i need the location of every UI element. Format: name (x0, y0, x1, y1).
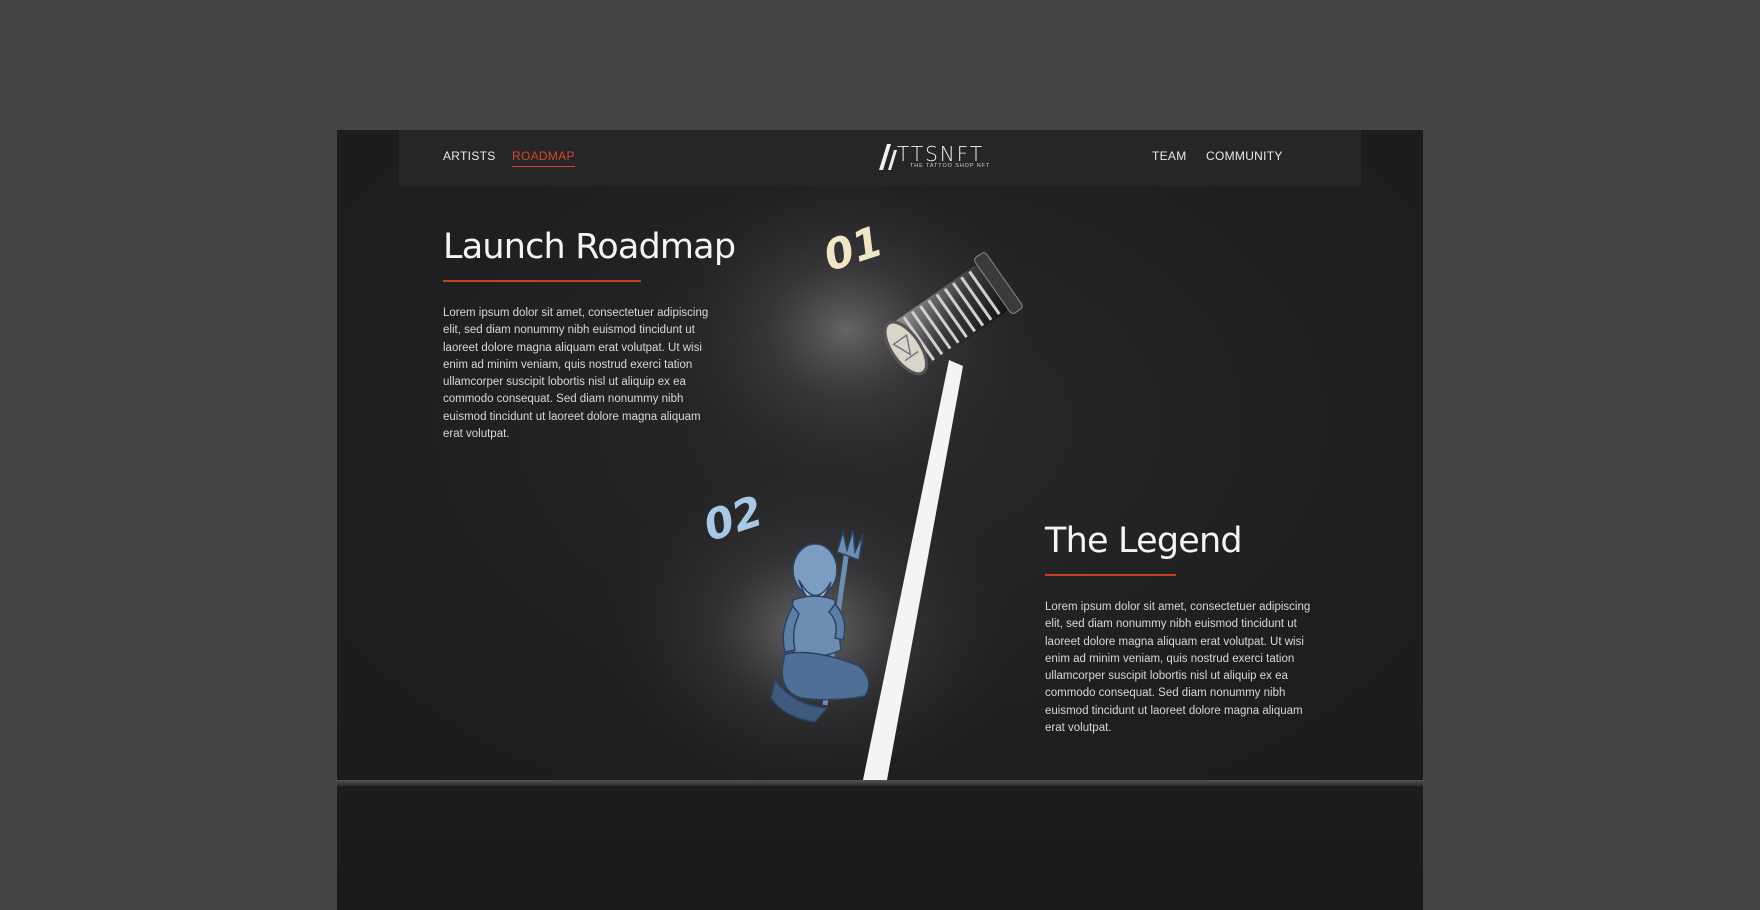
title-underline (1045, 574, 1176, 576)
nav-link-community[interactable]: COMMUNITY (1206, 149, 1283, 166)
top-navigation-bar: ARTISTS ROADMAP TTSNFT THE TATTOO SHOP N… (399, 130, 1361, 186)
title-underline (443, 280, 641, 282)
nav-link-team[interactable]: TEAM (1152, 149, 1187, 166)
logo-tagline: THE TATTOO SHOP NFT (910, 163, 991, 169)
floor-fade (337, 780, 1423, 910)
nav-link-artists[interactable]: ARTISTS (443, 149, 496, 166)
section-title-launch-roadmap: Launch Roadmap (443, 227, 736, 267)
roadmap-page-mockup: ARTISTS ROADMAP TTSNFT THE TATTOO SHOP N… (337, 130, 1423, 780)
mockup-reflection-floor (337, 780, 1423, 910)
site-logo[interactable]: TTSNFT THE TATTOO SHOP NFT (879, 142, 1004, 172)
tattoo-machine-icon (883, 252, 1023, 376)
nav-link-roadmap[interactable]: ROADMAP (512, 149, 575, 167)
section-title-the-legend: The Legend (1045, 521, 1243, 561)
section-body-launch-roadmap: Lorem ipsum dolor sit amet, consectetuer… (443, 307, 709, 441)
section-body-the-legend: Lorem ipsum dolor sit amet, consectetuer… (1045, 601, 1311, 735)
poseidon-statue-icon (770, 530, 870, 723)
